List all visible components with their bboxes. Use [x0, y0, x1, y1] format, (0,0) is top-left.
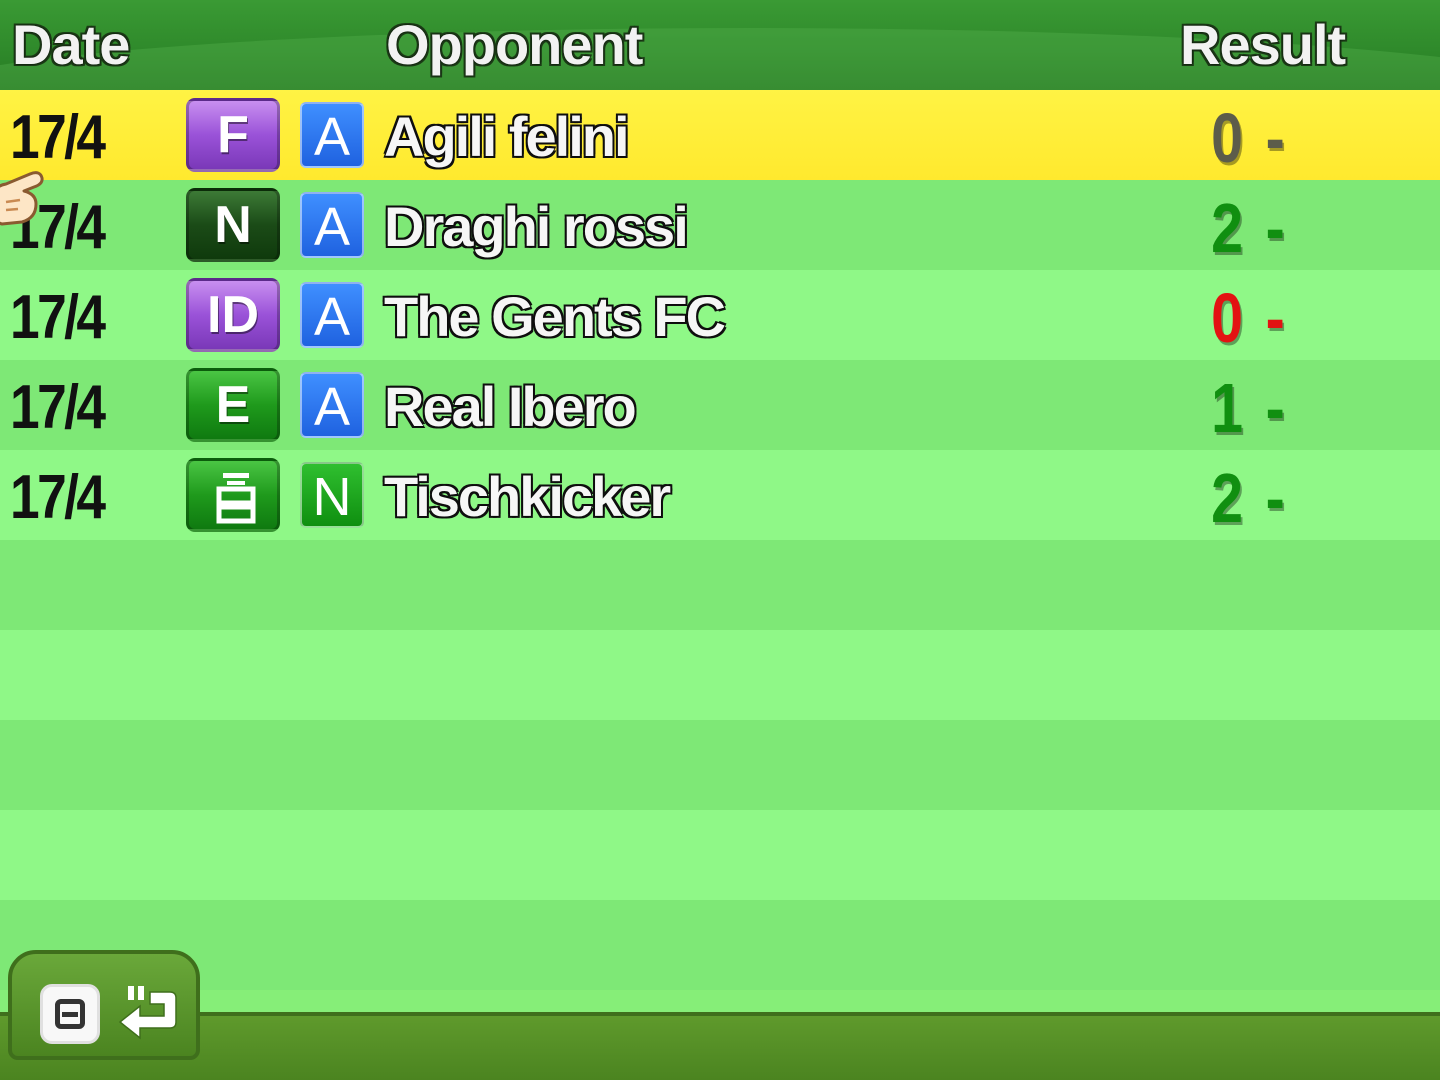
empty-row: [0, 720, 1440, 810]
empty-row: [0, 810, 1440, 900]
match-date: 17/4: [10, 463, 106, 532]
result-column-header: Result: [1180, 13, 1346, 76]
match-row[interactable]: 17/4 ID A The Gents FC 0 - 1: [0, 270, 1440, 437]
date-column-header: Date: [12, 13, 130, 76]
match-category-badge: F: [186, 98, 280, 172]
match-row[interactable]: 17/4 E A Real Ibero 1 - 0: [0, 360, 1440, 527]
match-row[interactable]: 17/4 N A Draghi rossi 2 - 1: [0, 180, 1440, 347]
opponent-name: Real Ibero: [384, 375, 637, 438]
match-row[interactable]: 17/4 F A Agili felini 0 - 0: [0, 90, 1440, 257]
match-date: 17/4: [10, 283, 106, 352]
match-category-badge: ID: [186, 278, 280, 352]
b-button-icon: [40, 984, 100, 1044]
empty-row: [0, 540, 1440, 630]
cup-icon: [216, 473, 256, 524]
opponent-name: Agili felini: [384, 105, 630, 168]
empty-row: [0, 630, 1440, 720]
match-category-badge: [186, 458, 280, 532]
match-date: 17/4: [10, 373, 106, 442]
back-button[interactable]: [8, 950, 200, 1060]
match-history-list: 17/4 F A Agili felini 0 - 0 17/4 N A Dra…: [0, 90, 1440, 990]
empty-row: [0, 900, 1440, 990]
match-mode-badge: A: [300, 192, 364, 258]
match-mode-badge: A: [300, 282, 364, 348]
match-category-badge: E: [186, 368, 280, 442]
match-row[interactable]: 17/4 N Tischkicker 2 - 1: [0, 450, 1440, 617]
match-mode-badge: A: [300, 102, 364, 168]
match-category-badge: N: [186, 188, 280, 262]
return-arrow-icon: [118, 986, 177, 1040]
match-mode-badge: A: [300, 372, 364, 438]
hand-pointer-icon: [0, 171, 44, 226]
opponent-name: Draghi rossi: [384, 195, 689, 258]
match-mode-badge: N: [300, 462, 364, 528]
bottom-bar: [0, 1012, 1440, 1080]
opponent-name: The Gents FC: [384, 285, 726, 348]
opponent-column-header: Opponent: [386, 13, 643, 76]
opponent-name: Tischkicker: [384, 465, 671, 528]
list-header: Date Opponent Result: [0, 0, 1440, 90]
